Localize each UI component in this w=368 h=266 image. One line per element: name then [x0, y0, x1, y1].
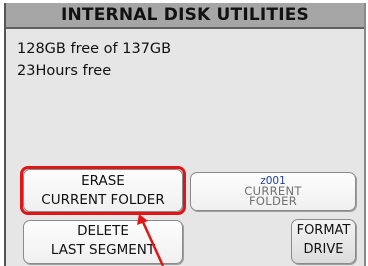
disk-info: 128GB free of 137GB 23Hours free: [17, 38, 171, 82]
format-button-line2: DRIVE: [303, 242, 344, 257]
free-space-text: 128GB free of 137GB: [17, 41, 172, 57]
current-folder-button[interactable]: z001 CURRENT FOLDER: [190, 172, 356, 211]
window-title: INTERNAL DISK UTILITIES: [6, 3, 364, 29]
delete-button-line1: DELETE: [77, 223, 129, 239]
current-folder-line2: FOLDER: [249, 194, 297, 208]
highlight-box: [20, 166, 186, 215]
delete-last-segment-button[interactable]: DELETE LAST SEGMENT: [23, 220, 183, 264]
free-time-text: 23Hours free: [17, 63, 112, 79]
format-drive-button[interactable]: FORMAT DRIVE: [291, 219, 356, 264]
format-button-line1: FORMAT: [296, 223, 351, 238]
delete-button-line2: LAST SEGMENT: [50, 242, 156, 258]
